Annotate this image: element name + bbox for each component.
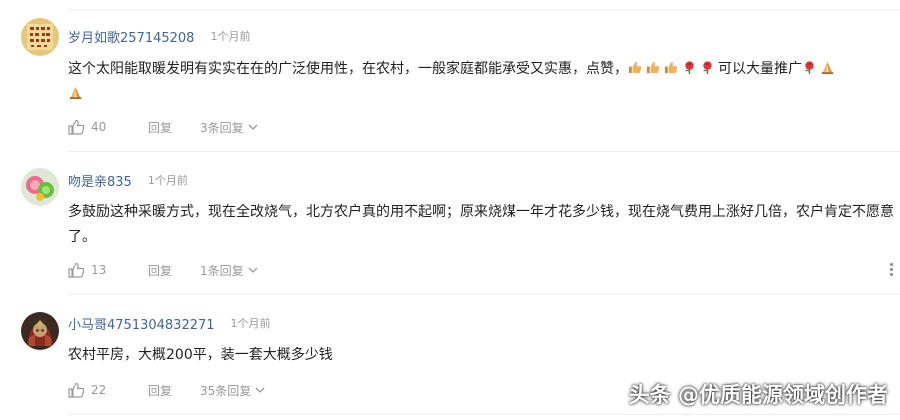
thumbs-up-icon: [646, 61, 660, 74]
praying-hands-icon: [821, 61, 834, 75]
view-replies-button[interactable]: 35条回复: [200, 382, 265, 399]
view-replies-button[interactable]: 3条回复: [200, 119, 258, 136]
top-divider: [68, 9, 900, 10]
username[interactable]: 岁月如歌257145208: [68, 27, 194, 46]
chevron-down-icon: [248, 124, 258, 130]
chevron-down-icon: [255, 387, 265, 393]
like-button[interactable]: 22: [68, 382, 148, 398]
like-count: 40: [91, 120, 107, 134]
thumbs-up-icon: [68, 382, 85, 398]
praying-hands-icon: [69, 86, 82, 100]
comment-text: 这个太阳能取暖发明有实实在在的广泛使用性，在农村，一般家庭都能承受又实惠，点赞，…: [68, 57, 894, 107]
like-count: 22: [91, 383, 107, 397]
comment-divider: [68, 151, 900, 152]
rose-icon: [703, 61, 712, 75]
replies-count: 35条回复: [200, 383, 252, 398]
comment-time: 1个月前: [147, 174, 188, 187]
reply-button[interactable]: 回复: [148, 262, 200, 279]
comment-text: 农村平房，大概200平，装一套大概多少钱: [68, 347, 333, 363]
thumbs-up-icon: [628, 61, 642, 74]
rose-icon: [685, 61, 694, 75]
comment-actions: 22 回复 35条回复: [68, 380, 265, 400]
avatar[interactable]: [21, 168, 59, 206]
username[interactable]: 小马哥4751304832271: [68, 314, 215, 333]
comment-time: 1个月前: [230, 317, 271, 330]
reply-button[interactable]: 回复: [148, 382, 200, 399]
comment-meta: 小马哥4751304832271 1个月前: [68, 313, 271, 333]
comment-divider: [68, 414, 900, 415]
avatar[interactable]: [21, 312, 59, 350]
watermark: 头条 @优质能源领域创作者: [628, 383, 888, 407]
avatar[interactable]: [21, 18, 59, 56]
comment-text: 多鼓励这种采暖方式，现在全改烧气，北方农户真的用不起啊；原来烧煤一年才花多少钱，…: [68, 204, 894, 245]
view-replies-button[interactable]: 1条回复: [200, 262, 258, 279]
like-button[interactable]: 13: [68, 262, 148, 278]
chevron-down-icon: [248, 267, 258, 273]
comment-text-after-emoji: 可以大量推广: [718, 61, 802, 77]
more-options-icon[interactable]: [890, 263, 894, 278]
reply-button[interactable]: 回复: [148, 119, 200, 136]
comment-text-main: 这个太阳能取暖发明有实实在在的广泛使用性，在农村，一般家庭都能承受又实惠，点赞，: [68, 61, 628, 77]
thumbs-up-icon: [68, 262, 85, 278]
like-button[interactable]: 40: [68, 119, 148, 135]
replies-count: 3条回复: [200, 120, 244, 135]
username[interactable]: 吻是亲835: [68, 171, 132, 190]
comment-divider: [68, 294, 900, 295]
comment-meta: 吻是亲835 1个月前: [68, 170, 188, 190]
comment-time: 1个月前: [210, 30, 251, 43]
rose-icon: [805, 61, 814, 75]
thumbs-up-icon: [68, 119, 85, 135]
replies-count: 1条回复: [200, 263, 244, 278]
comment-meta: 岁月如歌257145208 1个月前: [68, 26, 250, 46]
thumbs-up-icon: [664, 61, 678, 74]
like-count: 13: [91, 263, 107, 277]
comment-actions: 13 回复 1条回复: [68, 260, 258, 280]
comment-actions: 40 回复 3条回复: [68, 117, 258, 137]
